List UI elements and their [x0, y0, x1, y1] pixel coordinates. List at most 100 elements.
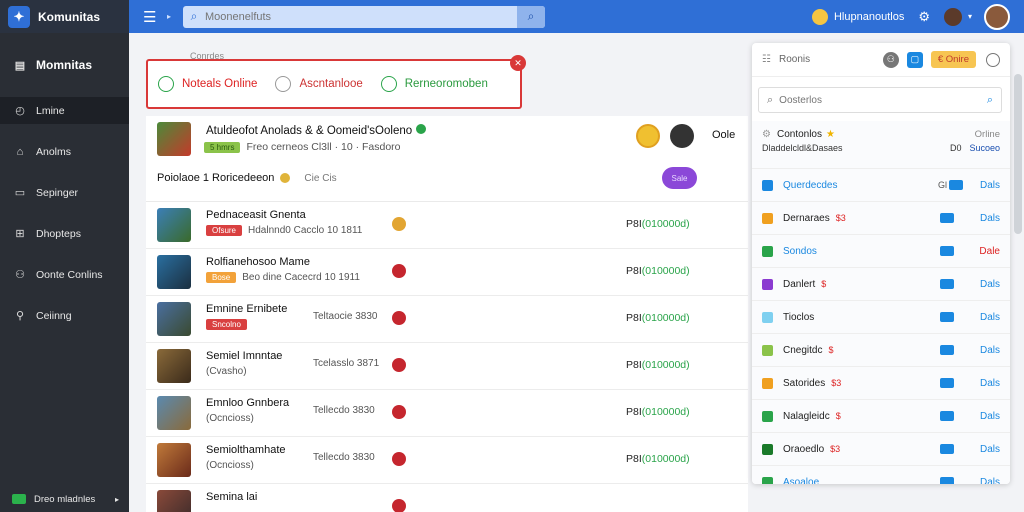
room-tools: [938, 345, 954, 355]
game-row[interactable]: Pednaceasit Gnenta Ofsure Hdalnnd0 Cacclo …: [146, 202, 748, 249]
online-button[interactable]: € Onire: [930, 51, 976, 68]
star-icon: ★: [826, 129, 835, 140]
room-row[interactable]: Danlert $ Dals: [752, 268, 1010, 301]
sidebar-item[interactable]: ▭ Sepinger: [0, 179, 129, 206]
game-row[interactable]: Emnloo Gnnbera (Ocncioss) Tellecdo 3830 P8I…: [146, 390, 748, 437]
rooms-panel: ☷ Roonis ⚇ ▢ € Onire ⌕ ⌕ ⚙ Contonlos ★ O…: [752, 43, 1010, 484]
game-thumbnail[interactable]: [157, 396, 191, 430]
game-extra: Teltaocie 3830: [313, 311, 378, 322]
room-action[interactable]: Dals: [980, 279, 1000, 290]
game-thumbnail[interactable]: [157, 443, 191, 477]
featured-game[interactable]: Atuldeofot Anolads & & Oomeid'sOoleno 5 …: [146, 116, 748, 202]
room-badge-icon[interactable]: [940, 279, 954, 289]
room-row[interactable]: Satorides $3 Dals: [752, 367, 1010, 400]
room-badge-icon[interactable]: [940, 411, 954, 421]
brand[interactable]: ✦ Komunitas: [0, 0, 129, 33]
room-badge-icon[interactable]: [940, 477, 954, 484]
game-thumbnail[interactable]: [157, 490, 191, 512]
room-badge-icon[interactable]: [940, 246, 954, 256]
top-username[interactable]: Hlupnanoutlos: [834, 11, 904, 23]
profile-avatar[interactable]: [984, 3, 1010, 30]
room-badge-icon[interactable]: [940, 444, 954, 454]
user-avatar[interactable]: [943, 7, 962, 26]
filter-chip[interactable]: Rerneoromoben: [380, 76, 488, 92]
room-row[interactable]: Sondos Dale: [752, 235, 1010, 268]
coin-icon[interactable]: [392, 217, 406, 231]
game-extra: Tellecdo 3830: [313, 452, 375, 463]
sidebar-item[interactable]: ◴ Lmine: [0, 97, 129, 124]
room-action[interactable]: Dals: [980, 444, 1000, 455]
search-button[interactable]: ⌕: [517, 5, 546, 28]
game-thumbnail[interactable]: [157, 255, 191, 289]
room-row[interactable]: Nalagleidc $ Dals: [752, 400, 1010, 433]
hamburger-menu-icon[interactable]: ☰: [143, 8, 161, 26]
room-name: Oraoedlo: [783, 443, 825, 455]
room-badge-icon[interactable]: [949, 180, 963, 190]
emoji-icon[interactable]: [811, 8, 828, 25]
rooms-section[interactable]: ⚙ Contonlos ★ Orline Dladdelcldl&Dasaes …: [752, 121, 1010, 169]
room-badge-icon[interactable]: [940, 345, 954, 355]
room-action[interactable]: Dals: [980, 312, 1000, 323]
room-badge-icon[interactable]: [940, 378, 954, 388]
game-thumbnail[interactable]: [157, 349, 191, 383]
room-name: Asoaloe: [783, 476, 820, 485]
clock-icon[interactable]: [986, 52, 1000, 67]
chevron-down-icon[interactable]: ▾: [968, 12, 972, 21]
filter-chip-label: Ascntanlooe: [299, 78, 363, 90]
room-row[interactable]: Cnegitdc $ Dals: [752, 334, 1010, 367]
home-icon: ⌂: [16, 145, 24, 158]
room-action[interactable]: Dals: [980, 411, 1000, 422]
room-row[interactable]: Dernaraes $3 Dals: [752, 202, 1010, 235]
room-action[interactable]: Dals: [980, 213, 1000, 224]
room-action[interactable]: Dals: [980, 378, 1000, 389]
room-icon: [762, 278, 773, 290]
badge-icon[interactable]: [392, 405, 406, 419]
sidebar-item[interactable]: ⌂ Anolms: [0, 138, 129, 165]
rooms-search-input[interactable]: [779, 94, 987, 106]
avatar[interactable]: [670, 124, 694, 148]
badge-icon[interactable]: [392, 358, 406, 372]
search-icon: ⌕: [767, 93, 774, 106]
game-row[interactable]: Semiolthamhate (Ocncioss) Tellecdo 3830 P8I…: [146, 437, 748, 484]
chevron-right-icon[interactable]: ▸: [167, 12, 171, 21]
room-row[interactable]: Querdecdes Gl Dals: [752, 169, 1010, 202]
gear-icon[interactable]: ⚙: [918, 9, 930, 25]
game-thumbnail[interactable]: [157, 302, 191, 336]
search-submit-icon[interactable]: ⌕: [987, 94, 993, 107]
avatar[interactable]: [636, 124, 660, 148]
filter-chip[interactable]: Noteals Online: [158, 76, 257, 92]
sidebar-item[interactable]: ⚲ Ceiinng: [0, 302, 129, 329]
room-action[interactable]: Dale: [979, 246, 1000, 257]
featured-game-thumbnail[interactable]: [157, 122, 191, 156]
filter-chip[interactable]: Ascntanlooe: [275, 76, 363, 92]
badge-icon[interactable]: [392, 264, 406, 278]
room-action[interactable]: Dals: [980, 345, 1000, 356]
sidebar-footer[interactable]: Dreo mladnles ▸: [0, 490, 129, 508]
scrollbar[interactable]: [1014, 74, 1022, 234]
room-badge-icon[interactable]: [940, 213, 954, 223]
room-row[interactable]: Tioclos Dals: [752, 301, 1010, 334]
room-badge-icon[interactable]: [940, 312, 954, 322]
game-subtitle: (Ocncioss): [206, 413, 254, 424]
game-row[interactable]: Rolfianehosoo Mame Bose Beo dine Cacecrd 1…: [146, 249, 748, 296]
room-action[interactable]: Dals: [980, 477, 1000, 485]
room-row[interactable]: Asoaloe Dals: [752, 466, 1010, 484]
sidebar-item[interactable]: ⊞ Dhopteps: [0, 220, 129, 247]
sidebar-item[interactable]: ⚇ Oonte Conlins: [0, 261, 129, 288]
global-search-input[interactable]: [205, 10, 506, 23]
badge-icon[interactable]: [392, 499, 406, 512]
people-icon[interactable]: ⚇: [882, 51, 899, 68]
close-icon[interactable]: ✕: [510, 55, 526, 71]
game-row[interactable]: Emnine Ernibete Sncolno Teltaocie 3830 P8I(…: [146, 296, 748, 343]
monitor-icon: ▭: [14, 187, 26, 199]
sale-button[interactable]: Sale: [662, 167, 697, 189]
badge-icon[interactable]: [392, 311, 406, 325]
filter-icon[interactable]: ▢: [906, 51, 923, 68]
badge-icon[interactable]: [392, 452, 406, 466]
sidebar-header[interactable]: ▤ Momnitas: [0, 33, 129, 97]
room-action[interactable]: Dals: [980, 180, 1000, 191]
room-row[interactable]: Oraoedlo $3 Dals: [752, 433, 1010, 466]
game-thumbnail[interactable]: [157, 208, 191, 242]
game-row[interactable]: Semina lai: [146, 484, 748, 512]
game-row[interactable]: Semiel Imnntae (Cvasho) Tcelasslo 3871 P8I(…: [146, 343, 748, 390]
